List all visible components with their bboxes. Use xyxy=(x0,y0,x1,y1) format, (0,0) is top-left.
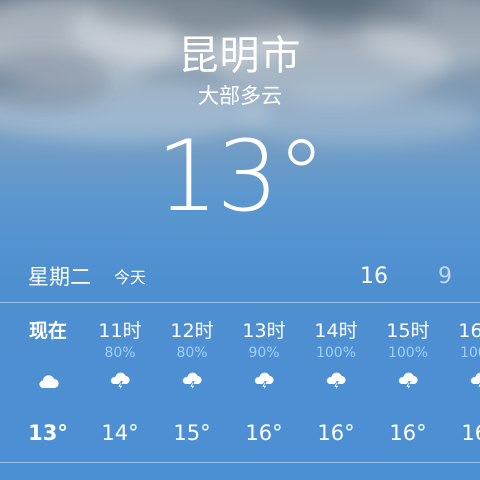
precip-chance: 100% xyxy=(387,345,429,361)
hour-temperature: 16° xyxy=(461,421,480,445)
precip-chance: 80% xyxy=(104,345,136,361)
thunderstorm-icon xyxy=(182,372,202,393)
today-label: 今天 xyxy=(114,268,147,287)
hourly-item: 13时 90% 16° xyxy=(228,303,300,461)
hour-label: 11时 xyxy=(98,320,142,342)
precip-chance: 80% xyxy=(176,345,208,361)
high-temperature: 16 xyxy=(360,264,388,289)
hourly-item: 15时 100% 16° xyxy=(372,303,444,461)
low-temperature: 9 xyxy=(438,264,452,289)
current-temperature: 13° xyxy=(156,120,326,234)
precip-chance: 90% xyxy=(248,345,280,361)
precip-chance: 100% xyxy=(459,345,480,361)
hour-label: 16时 xyxy=(458,320,480,342)
thunderstorm-icon xyxy=(254,372,274,393)
today-summary: 星期二 今天 16 9 xyxy=(0,262,480,292)
thunderstorm-icon xyxy=(470,372,480,393)
weather-condition: 大部多云 xyxy=(198,84,282,108)
hourly-item: 12时 80% 15° xyxy=(156,303,228,461)
hourly-item: 16时 100% 16° xyxy=(444,303,480,461)
divider xyxy=(0,462,480,463)
hour-label: 现在 xyxy=(28,320,67,342)
hour-label: 13时 xyxy=(242,320,286,342)
hour-temperature: 13° xyxy=(28,421,68,445)
hour-label: 15时 xyxy=(386,320,430,342)
hourly-forecast[interactable]: 现在 13° 11时 80% 14° 12时 80% 15° 13时 90% 1… xyxy=(0,303,480,461)
city-name: 昆明市 xyxy=(178,33,302,79)
thunderstorm-icon xyxy=(110,372,130,393)
hour-temperature: 16° xyxy=(389,421,427,445)
hour-temperature: 16° xyxy=(245,421,283,445)
hour-label: 12时 xyxy=(170,320,214,342)
hour-temperature: 15° xyxy=(173,421,211,445)
thunderstorm-icon xyxy=(398,372,418,393)
hourly-item-now: 现在 13° xyxy=(12,303,84,461)
hour-temperature: 16° xyxy=(317,421,355,445)
hourly-item: 14时 100% 16° xyxy=(300,303,372,461)
precip-chance: 100% xyxy=(315,345,357,361)
cloud-icon xyxy=(39,375,59,389)
hour-label: 14时 xyxy=(314,320,358,342)
hour-temperature: 14° xyxy=(101,421,139,445)
hourly-item: 11时 80% 14° xyxy=(84,303,156,461)
thunderstorm-icon xyxy=(326,372,346,393)
weekday-label: 星期二 xyxy=(28,265,91,289)
